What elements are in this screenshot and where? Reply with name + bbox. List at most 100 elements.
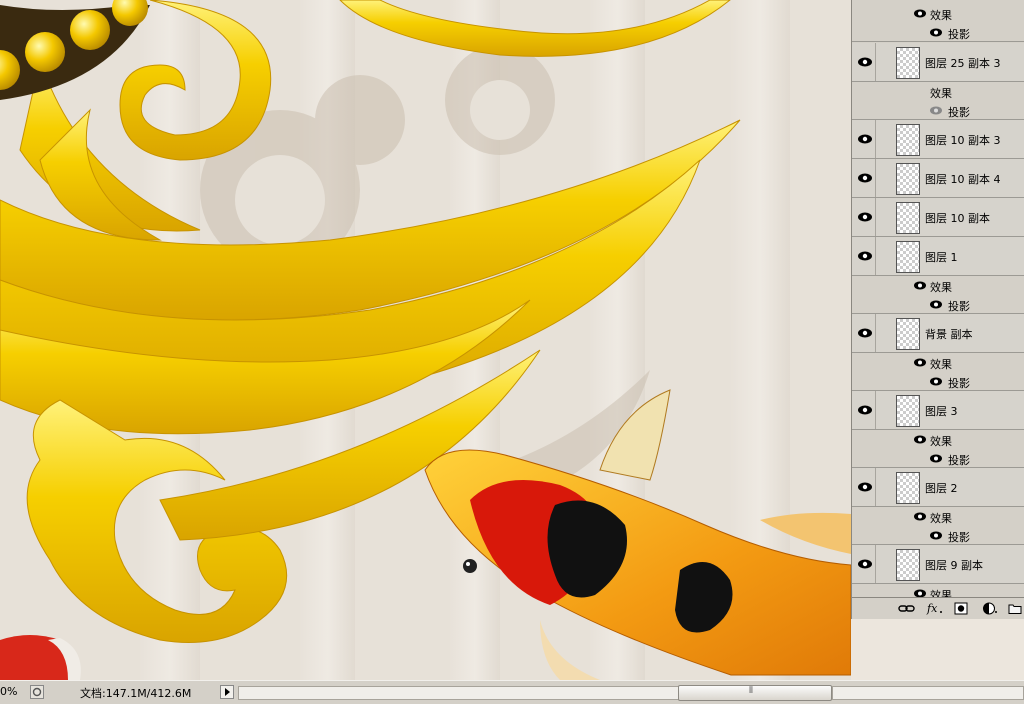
eye-icon[interactable] — [914, 358, 926, 367]
artwork — [0, 0, 851, 680]
layer-name: 图层 1 — [925, 251, 958, 264]
shadow-label: 投影 — [948, 531, 970, 544]
horizontal-scroll-thumb[interactable]: ⦀ — [678, 685, 832, 701]
effects-label: 效果 — [930, 87, 952, 100]
shadow-row[interactable]: 投影 — [852, 101, 1024, 120]
shadow-row[interactable]: 投影 — [852, 295, 1024, 314]
shadow-label: 投影 — [948, 454, 970, 467]
eye-icon[interactable] — [930, 377, 942, 386]
divider — [875, 391, 876, 429]
eye-icon[interactable] — [930, 531, 942, 540]
shadow-label: 投影 — [948, 106, 970, 119]
eye-icon[interactable] — [930, 300, 942, 309]
shadow-label: 投影 — [948, 300, 970, 313]
eye-icon[interactable] — [858, 212, 872, 222]
layer-thumbnail — [896, 241, 920, 273]
eye-icon[interactable] — [914, 9, 926, 18]
effects-row[interactable]: 效果 — [852, 4, 1024, 23]
folder-icon[interactable] — [1008, 602, 1022, 615]
layer-name: 图层 9 副本 — [925, 559, 983, 572]
layer-row[interactable]: 图层 10 副本 3 — [852, 120, 1024, 159]
svg-text:fx: fx — [926, 602, 938, 615]
divider — [875, 237, 876, 275]
layers-panel-toolbar: fx — [851, 597, 1024, 619]
divider — [875, 159, 876, 197]
layer-row[interactable]: 图层 25 副本 3 — [852, 43, 1024, 82]
layer-name: 图层 3 — [925, 405, 958, 418]
layer-thumbnail — [896, 47, 920, 79]
eye-icon[interactable] — [914, 435, 926, 444]
eye-icon[interactable] — [858, 134, 872, 144]
eye-icon[interactable] — [858, 251, 872, 261]
effects-label: 效果 — [930, 358, 952, 371]
divider — [875, 120, 876, 158]
layers-panel: 效果 投影 图层 25 副本 3 效果 投影 图层 10 副本 3 图层 10 … — [851, 0, 1024, 619]
mask-icon[interactable] — [954, 602, 968, 615]
eye-icon[interactable] — [914, 512, 926, 521]
effects-label: 效果 — [930, 9, 952, 22]
link-icon[interactable] — [898, 602, 916, 615]
effects-row[interactable]: 效果 — [852, 430, 1024, 449]
layer-name: 图层 10 副本 4 — [925, 173, 1001, 186]
adjustment-icon[interactable] — [982, 602, 998, 615]
layer-name: 图层 25 副本 3 — [925, 57, 1001, 70]
layer-row[interactable]: 图层 10 副本 4 — [852, 159, 1024, 198]
horizontal-scroll-track-right[interactable] — [832, 686, 1024, 700]
layer-thumbnail — [896, 124, 920, 156]
eye-icon[interactable] — [930, 28, 942, 37]
eye-icon[interactable] — [858, 328, 872, 338]
effects-row[interactable]: 效果 — [852, 507, 1024, 526]
shadow-label: 投影 — [948, 28, 970, 41]
layer-thumbnail — [896, 202, 920, 234]
layer-row[interactable]: 图层 3 — [852, 391, 1024, 430]
shadow-row[interactable]: 投影 — [852, 449, 1024, 468]
layer-row[interactable]: 背景 副本 — [852, 314, 1024, 353]
eye-icon[interactable] — [858, 173, 872, 183]
layer-row[interactable]: 图层 2 — [852, 468, 1024, 507]
fx-icon[interactable]: fx — [926, 602, 944, 615]
effects-label: 效果 — [930, 512, 952, 525]
shadow-row[interactable]: 投影 — [852, 23, 1024, 42]
layer-row[interactable]: 图层 10 副本 — [852, 198, 1024, 237]
layer-row[interactable]: 图层 1 — [852, 237, 1024, 276]
layer-thumbnail — [896, 163, 920, 195]
eye-icon[interactable] — [930, 106, 942, 115]
document-size: 文档:147.1M/412.6M — [80, 687, 192, 700]
divider — [875, 314, 876, 352]
effects-row[interactable]: 效果 — [852, 82, 1024, 101]
effects-row[interactable]: 效果 — [852, 353, 1024, 372]
eye-icon[interactable] — [930, 454, 942, 463]
layer-name: 背景 副本 — [925, 328, 973, 341]
layer-name: 图层 2 — [925, 482, 958, 495]
eye-icon[interactable] — [858, 405, 872, 415]
eye-icon[interactable] — [858, 559, 872, 569]
grip-icon: ⦀ — [749, 686, 753, 696]
shadow-label: 投影 — [948, 377, 970, 390]
layer-thumbnail — [896, 395, 920, 427]
horizontal-scroll-track[interactable] — [238, 686, 680, 700]
zoom-options-icon[interactable] — [30, 685, 44, 699]
divider — [875, 43, 876, 81]
status-menu-arrow-icon[interactable] — [220, 685, 234, 699]
effects-row[interactable]: 效果 — [852, 276, 1024, 295]
effects-label: 效果 — [930, 435, 952, 448]
canvas-backdrop — [851, 619, 1024, 680]
layer-thumbnail — [896, 318, 920, 350]
zoom-level[interactable]: 0% — [0, 685, 17, 698]
status-bar: 0% 文档:147.1M/412.6M ⦀ — [0, 680, 1024, 704]
shadow-row[interactable]: 投影 — [852, 526, 1024, 545]
eye-icon[interactable] — [858, 482, 872, 492]
eye-icon[interactable] — [914, 281, 926, 290]
eye-icon[interactable] — [858, 57, 872, 67]
layer-name: 图层 10 副本 3 — [925, 134, 1001, 147]
divider — [875, 198, 876, 236]
divider — [875, 468, 876, 506]
document-canvas[interactable] — [0, 0, 851, 680]
layer-name: 图层 10 副本 — [925, 212, 990, 225]
divider — [875, 545, 876, 583]
layer-thumbnail — [896, 549, 920, 581]
layer-row[interactable]: 图层 9 副本 — [852, 545, 1024, 584]
effects-label: 效果 — [930, 281, 952, 294]
layer-thumbnail — [896, 472, 920, 504]
shadow-row[interactable]: 投影 — [852, 372, 1024, 391]
